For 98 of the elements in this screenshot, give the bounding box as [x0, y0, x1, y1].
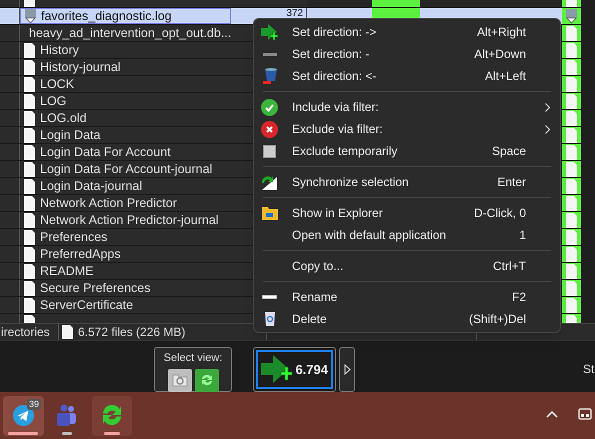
status-text: St	[583, 361, 594, 378]
people-icon	[55, 404, 79, 428]
file-name: heavy_ad_intervention_opt_out.db...	[29, 24, 232, 42]
file-icon	[24, 280, 35, 296]
sync-taskbar-button[interactable]	[92, 396, 132, 436]
recycle-bin-icon	[264, 312, 274, 326]
folder-search-icon	[172, 373, 188, 387]
running-indicator	[62, 432, 72, 435]
unread-badge: 39	[27, 399, 42, 410]
file-name: ServerCertificate	[40, 296, 134, 314]
file-icon	[566, 144, 577, 160]
file-icon	[24, 230, 35, 244]
file-name: History	[40, 42, 79, 59]
file-icon	[24, 264, 35, 278]
running-indicator	[104, 432, 120, 435]
file-icon	[24, 128, 35, 142]
menu-item[interactable]: Synchronize selection Enter	[254, 171, 560, 193]
file-icon	[566, 264, 577, 278]
file-icon	[566, 246, 577, 262]
file-name: Preferences	[40, 228, 108, 246]
file-icon	[24, 246, 35, 262]
file-icon	[566, 212, 577, 228]
file-icon	[566, 26, 577, 40]
file-icon	[24, 196, 35, 210]
file-name: Network Action Predictor-journal	[40, 212, 219, 229]
file-download-icon	[25, 8, 36, 24]
file-name: LOCK	[40, 76, 74, 93]
file-name: README	[40, 262, 94, 280]
menu-item[interactable]: Rename F2	[254, 286, 560, 308]
sync-view-button[interactable]	[194, 368, 218, 392]
file-icon	[566, 178, 577, 194]
file-name: Login Data-journal	[40, 178, 142, 195]
file-name: History-journal	[40, 58, 121, 76]
x-circle-icon	[261, 120, 278, 138]
file-icon	[566, 230, 577, 244]
file-icon	[566, 280, 577, 296]
file-icon	[566, 128, 577, 142]
file-icon	[24, 212, 35, 228]
file-icon	[566, 60, 577, 74]
file-name: favorites_diagnostic.log	[41, 8, 172, 25]
file-icon	[566, 162, 577, 176]
file-row[interactable]: favorites_diagnostic.log	[0, 8, 253, 24]
file-icon	[24, 162, 35, 176]
file-icon	[566, 196, 577, 210]
file-icon	[24, 60, 35, 74]
file-icon	[566, 94, 577, 108]
folder-icon	[262, 206, 278, 220]
file-download-icon	[566, 8, 577, 24]
files-count: 6.572 files (226 MB)	[78, 324, 186, 341]
menu-item[interactable]: Exclude via filter:	[254, 118, 560, 140]
checkbox-icon	[263, 144, 276, 158]
menu-item[interactable]: Set direction: -> Alt+Right	[254, 21, 560, 43]
arrow-plus-icon	[261, 24, 278, 40]
file-name: Secure Preferences	[40, 280, 150, 297]
file-name: Login Data For Account	[40, 144, 171, 161]
menu-item[interactable]: Set direction: - Alt+Down	[254, 43, 560, 65]
file-name: PreferredApps	[40, 246, 121, 263]
file-icon	[566, 110, 577, 126]
file-icon	[24, 94, 35, 108]
running-indicator	[8, 432, 38, 435]
bucket-icon	[262, 68, 278, 84]
sync-count-button[interactable]: 6.794	[253, 347, 336, 392]
menu-item[interactable]: Set direction: <- Alt+Left	[254, 65, 560, 87]
file-name: Login Data For Account-journal	[40, 160, 212, 178]
file-icon	[566, 42, 577, 58]
file-icon	[62, 325, 73, 339]
menu-item[interactable]: Show in Explorer D-Click, 0	[254, 202, 560, 224]
file-icon	[24, 76, 35, 92]
file-icon	[24, 144, 35, 160]
file-name: Login Data	[40, 126, 100, 144]
file-name: LOG.old	[40, 110, 87, 127]
menu-item[interactable]: Delete (Shift+)Del	[254, 308, 560, 330]
chevron-up-icon[interactable]	[546, 410, 558, 418]
directories-count: irectories	[0, 324, 51, 341]
folder-search-view-button[interactable]	[168, 368, 192, 392]
rename-icon	[262, 295, 277, 299]
menu-item[interactable]: Exclude temporarily Space	[254, 140, 560, 162]
file-icon	[24, 42, 35, 58]
dash-icon	[262, 52, 276, 56]
menu-item[interactable]: Copy to... Ctrl+T	[254, 255, 560, 277]
keyboard-icon[interactable]	[578, 408, 592, 420]
sync-selection-icon	[262, 174, 277, 190]
file-icon	[566, 76, 577, 92]
menu-item[interactable]: Open with default application 1	[254, 224, 560, 246]
next-button[interactable]	[339, 347, 355, 392]
file-name: Network Action Predictor	[40, 194, 177, 212]
file-icon	[24, 178, 35, 194]
menu-item[interactable]: Include via filter:	[254, 96, 560, 118]
file-icon	[566, 298, 577, 312]
play-icon	[344, 364, 350, 375]
file-name: LOG	[40, 92, 66, 110]
select-view-label: Select view:	[164, 351, 222, 366]
check-circle-icon	[261, 98, 278, 116]
file-icon	[24, 298, 35, 312]
file-icon	[24, 110, 35, 126]
sync-icon	[100, 403, 124, 427]
telegram-taskbar-button[interactable]: 39	[3, 396, 44, 436]
arrow-plus-icon	[261, 354, 294, 384]
